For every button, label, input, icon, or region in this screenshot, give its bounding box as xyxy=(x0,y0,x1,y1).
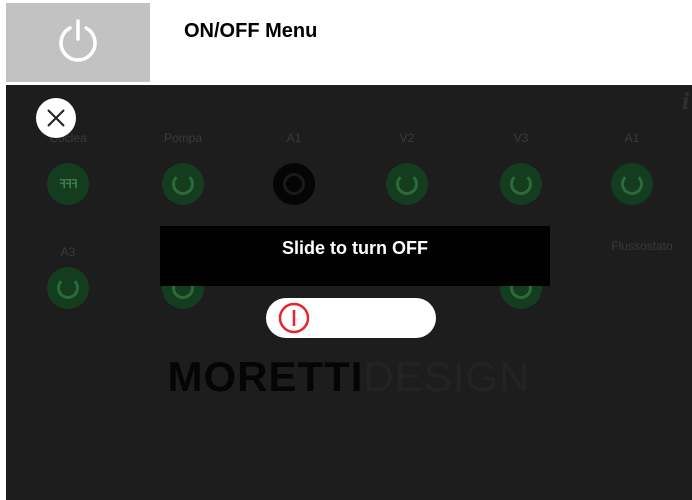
refresh-icon xyxy=(621,173,643,195)
device-button[interactable]: ꟻꟻꟻ xyxy=(47,163,89,205)
page-title: ON/OFF Menu xyxy=(184,20,318,42)
dialog-message: Slide to turn OFF xyxy=(282,238,428,258)
logo-bold-text: MORETTI xyxy=(167,353,364,400)
screen-background xyxy=(6,85,692,500)
coclea-icon: ꟻꟻꟻ xyxy=(59,177,78,191)
info-icon[interactable]: i xyxy=(682,89,690,115)
device-label: V2 xyxy=(399,131,415,145)
device-label: A1 xyxy=(624,131,640,145)
device-button[interactable] xyxy=(162,163,204,205)
power-slider-knob-icon[interactable] xyxy=(278,302,310,334)
refresh-icon xyxy=(510,173,532,195)
device-label: Pompa xyxy=(163,131,203,145)
device-button[interactable] xyxy=(500,163,542,205)
device-label: Flussostato xyxy=(611,239,673,253)
device-coclea[interactable]: Coclea ꟻꟻꟻ xyxy=(28,129,108,205)
header: ON/OFF Menu xyxy=(0,0,692,84)
device-label: A1 xyxy=(286,131,302,145)
device-button[interactable] xyxy=(386,163,428,205)
fan-icon xyxy=(283,173,305,195)
device-pompa[interactable]: Pompa xyxy=(143,129,223,205)
confirm-dialog: Slide to turn OFF xyxy=(160,226,550,286)
device-label: V3 xyxy=(513,131,529,145)
power-tile[interactable] xyxy=(6,3,150,82)
power-off-slider[interactable] xyxy=(266,298,436,338)
device-button[interactable] xyxy=(273,163,315,205)
refresh-icon xyxy=(396,173,418,195)
brand-logo: MORETTIDESIGN xyxy=(6,353,692,401)
device-label: A3 xyxy=(60,245,76,259)
logo-light-text: DESIGN xyxy=(363,353,531,400)
device-a3[interactable]: A3 xyxy=(28,243,108,309)
device-v3[interactable]: V3 xyxy=(481,129,561,205)
device-button[interactable] xyxy=(611,163,653,205)
power-icon xyxy=(59,19,97,62)
device-v2[interactable]: V2 xyxy=(367,129,447,205)
device-button[interactable] xyxy=(47,267,89,309)
close-icon xyxy=(47,109,65,127)
refresh-icon xyxy=(57,277,79,299)
device-a1[interactable]: A1 xyxy=(254,129,334,205)
device-a1-second[interactable]: A1 xyxy=(592,129,672,205)
refresh-icon xyxy=(172,173,194,195)
close-button[interactable] xyxy=(36,98,76,138)
device-flussostato[interactable]: Flussostato xyxy=(592,237,692,255)
device-screen: i Coclea ꟻꟻꟻ Pompa A1 V2 V3 A1 A3 Flusso… xyxy=(6,85,692,500)
